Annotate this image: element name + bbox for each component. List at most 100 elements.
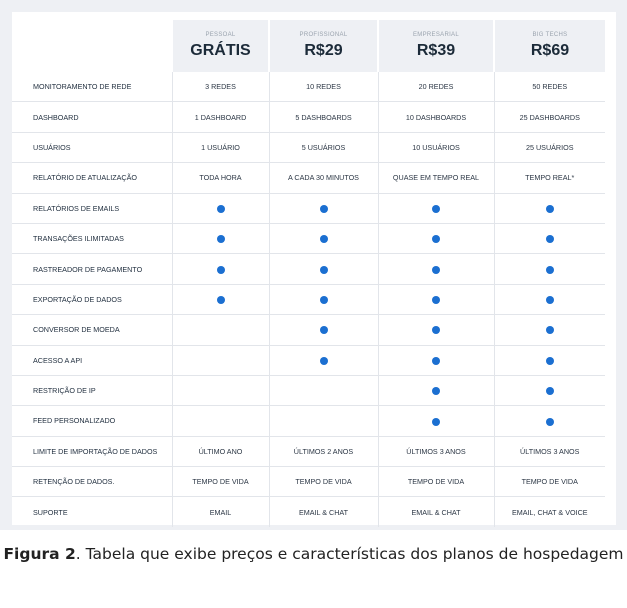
plan-value-cell bbox=[493, 253, 605, 285]
feature-label: DASHBOARD bbox=[12, 101, 172, 133]
included-dot-icon bbox=[432, 417, 440, 426]
plan-value-cell: TODA HORA bbox=[171, 162, 269, 194]
plan-header-pessoal: PESSOAL GRÁTIS bbox=[171, 20, 269, 72]
table-row: FEED PERSONALIZADO bbox=[12, 405, 605, 437]
plan-value-cell: EMAIL & CHAT bbox=[268, 496, 378, 527]
plan-value-cell bbox=[493, 374, 605, 406]
plan-value-cell bbox=[268, 405, 378, 437]
included-dot-icon bbox=[319, 295, 328, 304]
plan-value-cell: 25 USUÁRIOS bbox=[493, 131, 605, 163]
plan-value-cell: TEMPO DE VIDA bbox=[171, 466, 269, 497]
plan-value-cell: ÚLTIMOS 2 ANOS bbox=[268, 435, 378, 467]
plan-value-cell bbox=[268, 253, 378, 285]
plan-value-cell: 5 DASHBOARDs bbox=[268, 101, 378, 133]
included-dot-icon bbox=[545, 326, 554, 335]
table-row: DASHBOARD 1 DASHBOARD 5 DASHBOARDs 10 DASHB… bbox=[12, 101, 605, 133]
feature-label: RETENÇÃO DE DADOS. bbox=[12, 466, 172, 497]
plan-value-cell bbox=[268, 344, 378, 376]
table-row: SUPORTE EMAIL EMAIL & CHAT EMAIL & CHAT EMAI… bbox=[12, 496, 605, 527]
included-dot-icon bbox=[319, 356, 328, 365]
plan-value-cell bbox=[493, 192, 605, 224]
plan-value-cell: EMAIL & CHAT bbox=[377, 496, 494, 527]
plan-value-cell bbox=[377, 192, 494, 224]
figure-caption: Figura 2. Tabela que exibe preços e cara… bbox=[0, 540, 627, 569]
table-row: RESTRIÇÃO DE IP bbox=[12, 374, 605, 406]
plan-header-profissional: PROFISSIONAL R$29 bbox=[268, 20, 378, 72]
table-row: CONVERSOR DE MOEDA bbox=[12, 314, 605, 346]
table-row: ACESSO A API bbox=[12, 344, 605, 376]
included-dot-icon bbox=[545, 387, 554, 396]
caption-text: . Tabela que exibe preços e característi… bbox=[75, 545, 624, 563]
table-row: TRANSAÇÕES ILIMITADAS bbox=[12, 222, 605, 254]
plan-value-cell: EMAIL bbox=[171, 496, 269, 527]
feature-label: RESTRIÇÃO DE IP bbox=[12, 374, 172, 406]
plan-value-cell: 25 DASHBOARDS bbox=[493, 101, 605, 133]
plan-price: R$29 bbox=[304, 42, 343, 59]
table-row: USUÁRIOS 1 USUÁRIO 5 USUÁRIOS 10 USUÁRIOS 25… bbox=[12, 131, 605, 163]
plan-value-cell: QUASE EM TEMPO REAL bbox=[377, 162, 494, 194]
feature-label: RASTREADOR DE PAGAMENTO bbox=[12, 253, 172, 285]
plan-value-cell: 10 REDES bbox=[268, 72, 378, 102]
plan-value-cell bbox=[268, 192, 378, 224]
plan-value-cell: TEMPO DE VIDA bbox=[377, 466, 494, 497]
feature-label: TRANSAÇÕES ILIMITADAS bbox=[12, 222, 172, 254]
table-row: RASTREADOR DE PAGAMENTO bbox=[12, 253, 605, 285]
included-dot-icon bbox=[545, 235, 554, 244]
plan-value-cell bbox=[171, 405, 269, 437]
plan-header-empresarial: EMPRESARIAL R$39 bbox=[377, 20, 494, 72]
feature-rows: MONITORAMENTO DE REDE 3 REDES 10 REDES 20 R… bbox=[12, 72, 605, 527]
plan-value-cell bbox=[493, 283, 605, 315]
included-dot-icon bbox=[432, 326, 440, 335]
included-dot-icon bbox=[545, 417, 554, 426]
plan-value-cell bbox=[493, 344, 605, 376]
plan-value-cell bbox=[377, 253, 494, 285]
feature-label: CONVERSOR DE MOEDA bbox=[12, 314, 172, 346]
included-dot-icon bbox=[432, 235, 440, 244]
plan-value-cell: 20 REDES bbox=[377, 72, 494, 102]
plan-value-cell: 1 DASHBOARD bbox=[171, 101, 269, 133]
plan-value-cell: 5 USUÁRIOS bbox=[268, 131, 378, 163]
plan-value-cell: TEMPO REAL* bbox=[493, 162, 605, 194]
plan-value-cell bbox=[171, 314, 269, 346]
feature-label: MONITORAMENTO DE REDE bbox=[33, 82, 132, 92]
plan-value-cell bbox=[377, 283, 494, 315]
plan-value-cell bbox=[171, 344, 269, 376]
plan-value-cell bbox=[377, 374, 494, 406]
plan-value-cell bbox=[268, 374, 378, 406]
included-dot-icon bbox=[319, 265, 328, 274]
plan-value-cell: 10 USUÁRIOS bbox=[377, 131, 494, 163]
plan-value-cell: 3 REDES bbox=[171, 72, 269, 102]
included-dot-icon bbox=[545, 204, 554, 213]
included-dot-icon bbox=[216, 265, 225, 274]
plan-price: R$69 bbox=[530, 42, 570, 59]
plan-value-cell: EMAIL, CHAT & VOICE bbox=[493, 496, 605, 527]
plan-value-cell: ÚLTIMOS 3 ANOS bbox=[493, 435, 605, 467]
plan-value-cell bbox=[171, 283, 269, 315]
plan-name: BIG TECHS bbox=[532, 32, 568, 38]
included-dot-icon bbox=[432, 356, 440, 365]
included-dot-icon bbox=[319, 235, 328, 244]
included-dot-icon bbox=[545, 356, 554, 365]
feature-label: EXPORTAÇÃO DE DADOS bbox=[12, 283, 172, 315]
plan-value-cell bbox=[377, 314, 494, 346]
caption-label: Figura 2 bbox=[3, 545, 76, 563]
plan-value-cell bbox=[171, 374, 269, 406]
feature-label: USUÁRIOS bbox=[12, 131, 172, 163]
included-dot-icon bbox=[216, 295, 225, 304]
included-dot-icon bbox=[432, 265, 440, 274]
table-row: RELATÓRIOS DE EMAILS bbox=[12, 192, 605, 224]
included-dot-icon bbox=[545, 265, 554, 274]
table-row: LIMITE DE IMPORTAÇÃO DE DADOS ÚLTIMO ANO Ú… bbox=[12, 435, 605, 467]
plan-value-cell bbox=[377, 344, 494, 376]
header-empty-cell bbox=[12, 20, 172, 72]
plan-value-cell: A CADA 30 MINUTOS bbox=[268, 162, 378, 194]
plan-name: PESSOAL bbox=[205, 32, 236, 38]
plan-value-cell: 50 REDES bbox=[493, 72, 605, 102]
included-dot-icon bbox=[432, 295, 440, 304]
pricing-table-panel: PESSOAL GRÁTIS PROFISSIONAL R$29 EMPRESA… bbox=[12, 12, 616, 527]
feature-label: LIMITE DE IMPORTAÇÃO DE DADOS bbox=[12, 435, 172, 467]
plan-value-cell: ÚLTIMOS 3 ANOS bbox=[377, 435, 494, 467]
plan-header-big-techs: BIG TECHS R$69 bbox=[493, 20, 605, 72]
included-dot-icon bbox=[319, 204, 328, 213]
plan-value-cell bbox=[377, 222, 494, 254]
